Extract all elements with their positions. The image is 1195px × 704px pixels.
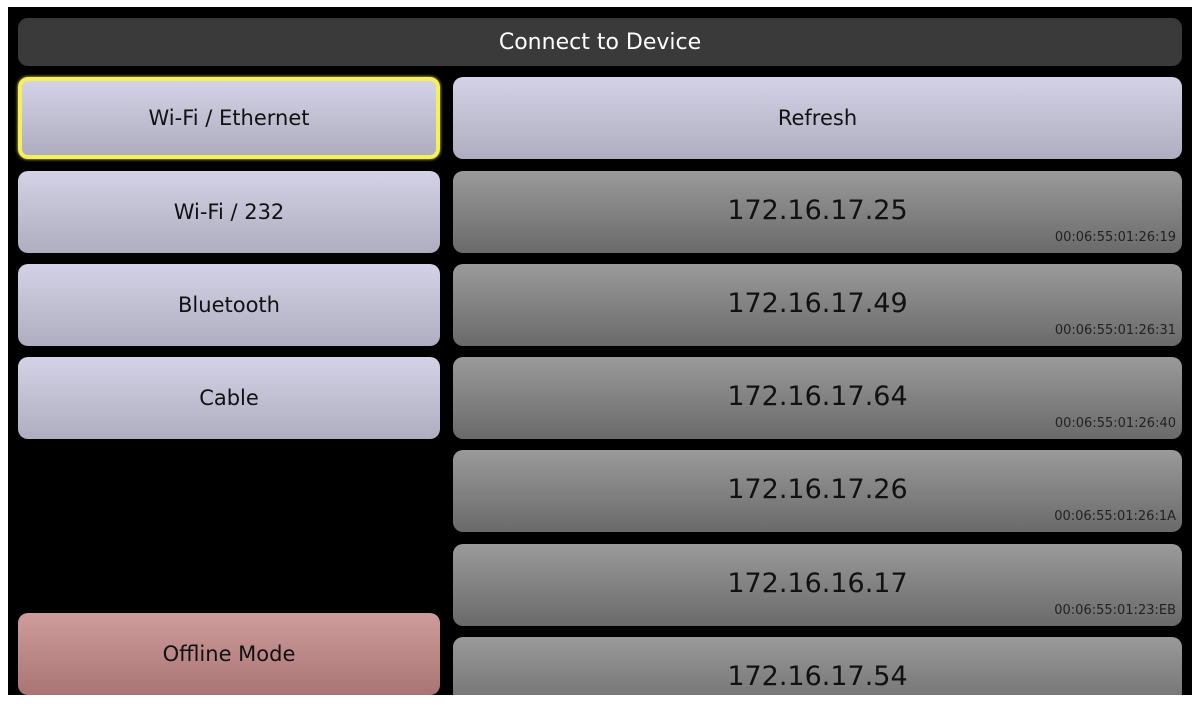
page-title: Connect to Device [18, 18, 1182, 66]
device-mac: 00:06:55:01:26:31 [1054, 323, 1176, 338]
device-row[interactable]: 172.16.17.54 [453, 637, 1182, 695]
device-mac: 00:06:55:01:26:19 [1054, 230, 1176, 245]
device-row[interactable]: 172.16.16.17 00:06:55:01:23:EB [453, 544, 1182, 626]
device-ip: 172.16.16.17 [727, 568, 908, 599]
offline-mode-button[interactable]: Offline Mode [18, 613, 440, 695]
connect-screen: Connect to Device Wi-Fi / Ethernet Wi-Fi… [8, 7, 1192, 695]
refresh-button[interactable]: Refresh [453, 77, 1182, 159]
device-ip: 172.16.17.54 [727, 661, 908, 692]
device-mac: 00:06:55:01:26:1A [1054, 509, 1176, 524]
device-row[interactable]: 172.16.17.25 00:06:55:01:26:19 [453, 171, 1182, 253]
mode-wifi-232-button[interactable]: Wi-Fi / 232 [18, 171, 440, 253]
device-row[interactable]: 172.16.17.49 00:06:55:01:26:31 [453, 264, 1182, 346]
device-mac: 00:06:55:01:26:40 [1054, 416, 1176, 431]
device-mac: 00:06:55:01:23:EB [1054, 603, 1176, 618]
device-ip: 172.16.17.26 [727, 474, 908, 505]
mode-wifi-ethernet-button[interactable]: Wi-Fi / Ethernet [18, 77, 440, 159]
device-ip: 172.16.17.25 [727, 195, 908, 226]
mode-bluetooth-button[interactable]: Bluetooth [18, 264, 440, 346]
device-ip: 172.16.17.64 [727, 381, 908, 412]
device-row[interactable]: 172.16.17.26 00:06:55:01:26:1A [453, 450, 1182, 532]
mode-cable-button[interactable]: Cable [18, 357, 440, 439]
device-ip: 172.16.17.49 [727, 288, 908, 319]
device-row[interactable]: 172.16.17.64 00:06:55:01:26:40 [453, 357, 1182, 439]
